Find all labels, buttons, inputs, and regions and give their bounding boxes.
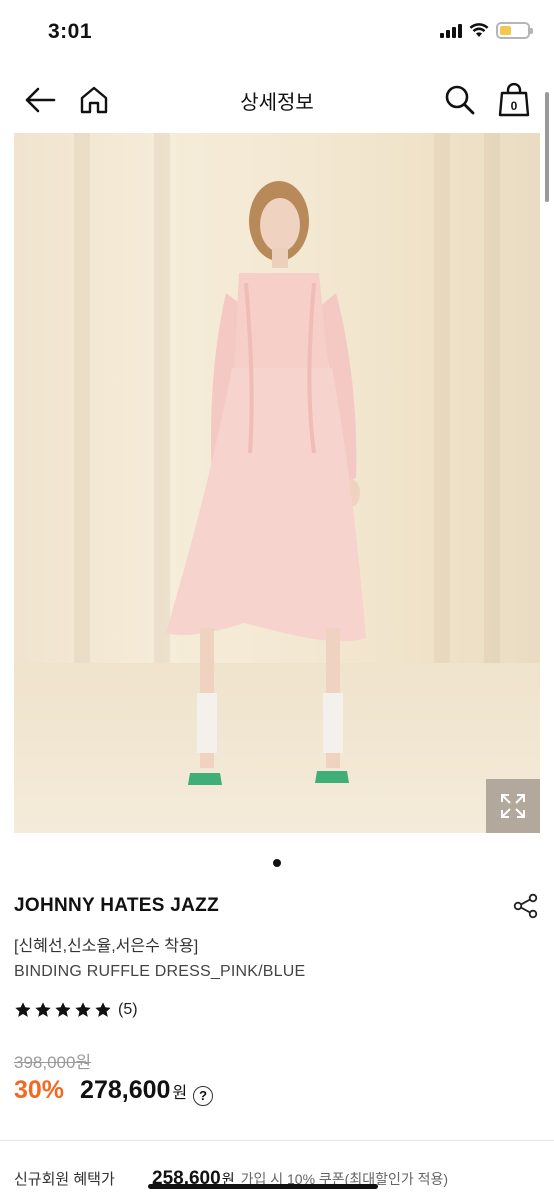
share-button[interactable]: [512, 892, 540, 920]
expand-button[interactable]: [486, 779, 540, 833]
cart-button[interactable]: 0: [494, 80, 534, 120]
discount-rate: 30%: [14, 1076, 65, 1104]
share-icon: [513, 893, 538, 919]
brand-name[interactable]: JOHNNY HATES JAZZ: [14, 895, 219, 917]
expand-icon: [501, 794, 525, 818]
status-time: 3:01: [48, 20, 93, 43]
sale-price: 278,600: [80, 1076, 171, 1104]
carousel-dot[interactable]: [273, 859, 281, 867]
status-bar: 3:01: [0, 0, 554, 66]
scrollbar[interactable]: [545, 92, 549, 202]
star-icon: [55, 1002, 71, 1017]
search-button[interactable]: [440, 80, 480, 120]
shopping-bag-icon: 0: [498, 83, 530, 117]
model-figure: [166, 181, 366, 785]
wifi-icon: [469, 23, 489, 37]
star-icon: [15, 1002, 31, 1017]
cart-count: 0: [511, 99, 518, 113]
divider: [0, 1140, 554, 1141]
home-indicator[interactable]: [148, 1184, 378, 1189]
benefit-label: 신규회원 혜택가: [14, 1171, 115, 1188]
rating[interactable]: (5): [14, 1001, 138, 1019]
product-image[interactable]: [14, 133, 540, 833]
star-icon: [95, 1002, 111, 1017]
product-name: BINDING RUFFLE DRESS_PINK/BLUE: [14, 963, 306, 980]
question-icon[interactable]: ?: [193, 1085, 214, 1106]
star-icon: [75, 1002, 91, 1017]
signal-icon: [440, 23, 462, 38]
top-nav: 상세정보 0: [0, 68, 554, 130]
search-icon: [445, 85, 475, 115]
star-icon: [35, 1002, 51, 1017]
battery-icon: [496, 22, 533, 39]
status-icons: [440, 22, 533, 39]
currency-unit: 원: [172, 1085, 188, 1102]
review-count: (5): [118, 1001, 138, 1018]
promo-text: [신혜선,신소율,서은수 착용]: [14, 938, 199, 955]
original-price: 398,000원: [14, 1053, 92, 1072]
sale-price-row: 30% 278,600 원 ?: [14, 1076, 214, 1106]
